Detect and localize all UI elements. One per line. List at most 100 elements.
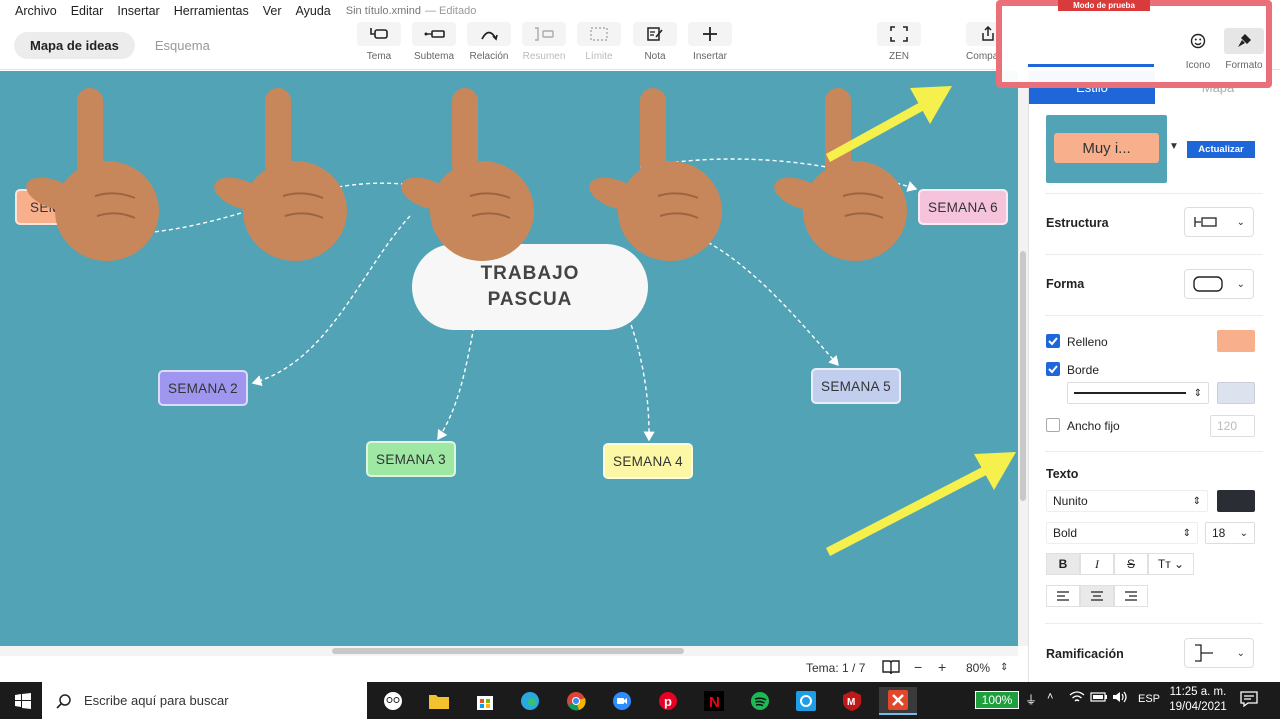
ramificacion-dropdown[interactable]: ⌄ — [1184, 638, 1254, 668]
tema-button[interactable]: Tema — [351, 22, 407, 62]
topic-semana-3[interactable]: SEMANA 3 — [366, 441, 456, 477]
zoom-level[interactable]: 80% — [966, 661, 990, 675]
insertar-button[interactable]: Insertar — [682, 22, 738, 62]
borde-label: Borde — [1067, 363, 1100, 377]
font-family-value: Nunito — [1053, 494, 1088, 508]
notification-icon[interactable] — [1240, 691, 1258, 710]
update-button[interactable]: Actualizar — [1187, 141, 1255, 158]
language-indicator[interactable]: ESP — [1138, 693, 1160, 705]
icono-button[interactable]: Icono — [1176, 28, 1220, 80]
scroll-thumb[interactable] — [332, 648, 684, 654]
preview-dropdown-icon[interactable]: ▼ — [1169, 141, 1179, 152]
subtopic-icon — [412, 22, 456, 46]
zoom-in-icon[interactable]: + — [938, 659, 946, 675]
file-explorer-icon[interactable] — [424, 687, 454, 715]
svg-text:p: p — [664, 694, 672, 709]
topic-semana-4[interactable]: SEMANA 4 — [603, 443, 693, 479]
store-icon[interactable] — [470, 687, 500, 715]
book-icon[interactable] — [882, 659, 900, 678]
zen-button[interactable]: ZEN — [871, 22, 927, 62]
subtema-label: Subtema — [413, 51, 455, 62]
relacion-button[interactable]: Relación — [461, 22, 517, 62]
format-panel: Estilo Mapa Muy i... ▼ Actualizar Estruc… — [1028, 71, 1280, 682]
border-color-swatch[interactable] — [1217, 382, 1255, 404]
clock[interactable]: 11:25 a. m. 19/04/2021 — [1165, 685, 1231, 715]
tab-esquema[interactable]: Esquema — [139, 32, 226, 59]
updown-icon: ⇕ — [1192, 495, 1201, 507]
align-center-button[interactable] — [1080, 585, 1114, 607]
note-icon — [633, 22, 677, 46]
topic-semana-2[interactable]: SEMANA 2 — [158, 370, 248, 406]
netflix-icon[interactable]: N — [699, 687, 729, 715]
align-left-button[interactable] — [1046, 585, 1080, 607]
cortana-icon[interactable] — [378, 687, 408, 715]
zoom-stepper-icon[interactable]: ⇕ — [1000, 662, 1008, 673]
search-placeholder: Escribe aquí para buscar — [84, 693, 229, 708]
windows-taskbar: Escribe aquí para buscar p N M 100% ⏚ ˄ … — [0, 682, 1280, 719]
clock-time: 11:25 a. m. — [1169, 686, 1227, 698]
spotify-icon[interactable] — [745, 687, 775, 715]
volume-icon[interactable] — [1112, 690, 1128, 707]
edge-icon[interactable] — [515, 687, 545, 715]
ancho-fijo-input[interactable]: 120 — [1210, 415, 1255, 437]
edit-status: — Editado — [424, 5, 477, 17]
ancho-fijo-label: Ancho fijo — [1067, 419, 1120, 433]
font-size-select[interactable]: 18 ⌄ — [1205, 522, 1255, 544]
forma-dropdown[interactable]: ⌄ — [1184, 269, 1254, 299]
taskbar-search-box[interactable]: Escribe aquí para buscar — [42, 682, 367, 719]
align-center-icon — [1091, 591, 1103, 601]
zoom-app-icon[interactable] — [607, 687, 637, 715]
xmind-taskbar-icon[interactable] — [879, 687, 917, 715]
battery-icon[interactable] — [1090, 691, 1108, 706]
font-family-select[interactable]: Nunito ⇕ — [1046, 490, 1208, 512]
borde-checkbox[interactable] — [1046, 362, 1060, 376]
mcafee-icon[interactable]: M — [837, 687, 867, 715]
formato-button[interactable]: Formato — [1222, 28, 1266, 80]
text-case-button[interactable]: Tт ⌄ — [1148, 553, 1194, 575]
central-topic-text: TRABAJO PASCUA — [480, 263, 580, 310]
menu-herramientas[interactable]: Herramientas — [167, 4, 256, 18]
updown-icon: ⇕ — [1182, 527, 1191, 539]
clock-date: 19/04/2021 — [1169, 701, 1227, 713]
zoom-out-icon[interactable]: − — [914, 659, 922, 675]
battery-indicator[interactable]: 100% — [975, 691, 1019, 709]
fill-color-swatch[interactable] — [1217, 330, 1255, 352]
strikethrough-button[interactable]: S — [1114, 553, 1148, 575]
menu-ver[interactable]: Ver — [256, 4, 289, 18]
horizontal-scrollbar[interactable] — [0, 646, 1018, 656]
chevron-up-icon[interactable]: ˄ — [1047, 691, 1053, 703]
align-right-button[interactable] — [1114, 585, 1148, 607]
svg-text:M: M — [847, 697, 855, 708]
pointing-hand-icon — [401, 88, 534, 261]
fullscreen-icon — [877, 22, 921, 46]
pinterest-icon[interactable]: p — [653, 687, 683, 715]
relleno-checkbox[interactable] — [1046, 334, 1060, 348]
scroll-thumb[interactable] — [1020, 251, 1026, 501]
ancho-fijo-checkbox[interactable] — [1046, 418, 1060, 432]
screen-app-icon[interactable] — [791, 687, 821, 715]
tab-mapa-de-ideas[interactable]: Mapa de ideas — [14, 32, 135, 59]
chrome-icon[interactable] — [561, 687, 591, 715]
style-preview[interactable]: Muy i... — [1046, 115, 1167, 183]
subtema-button[interactable]: Subtema — [406, 22, 462, 62]
wifi-icon[interactable] — [1069, 690, 1085, 707]
plus-icon — [688, 22, 732, 46]
menu-archivo[interactable]: Archivo — [8, 4, 64, 18]
resumen-label: Resumen — [522, 51, 566, 62]
resumen-button[interactable]: Resumen — [516, 22, 572, 62]
menu-editar[interactable]: Editar — [64, 4, 111, 18]
menu-insertar[interactable]: Insertar — [110, 4, 166, 18]
limite-button[interactable]: Límite — [571, 22, 627, 62]
power-icon[interactable]: ⏚ — [1025, 691, 1037, 708]
border-style-select[interactable]: ⇕ — [1067, 382, 1209, 404]
estructura-dropdown[interactable]: ⌄ — [1184, 207, 1254, 237]
nota-button[interactable]: Nota — [627, 22, 683, 62]
menu-ayuda[interactable]: Ayuda — [289, 4, 338, 18]
icono-label: Icono — [1185, 60, 1211, 71]
windows-start-icon[interactable] — [8, 687, 38, 715]
font-weight-select[interactable]: Bold ⇕ — [1046, 522, 1198, 544]
italic-button[interactable]: I — [1080, 553, 1114, 575]
bold-button[interactable]: B — [1046, 553, 1080, 575]
text-color-swatch[interactable] — [1217, 490, 1255, 512]
updown-icon: ⇕ — [1193, 387, 1202, 399]
